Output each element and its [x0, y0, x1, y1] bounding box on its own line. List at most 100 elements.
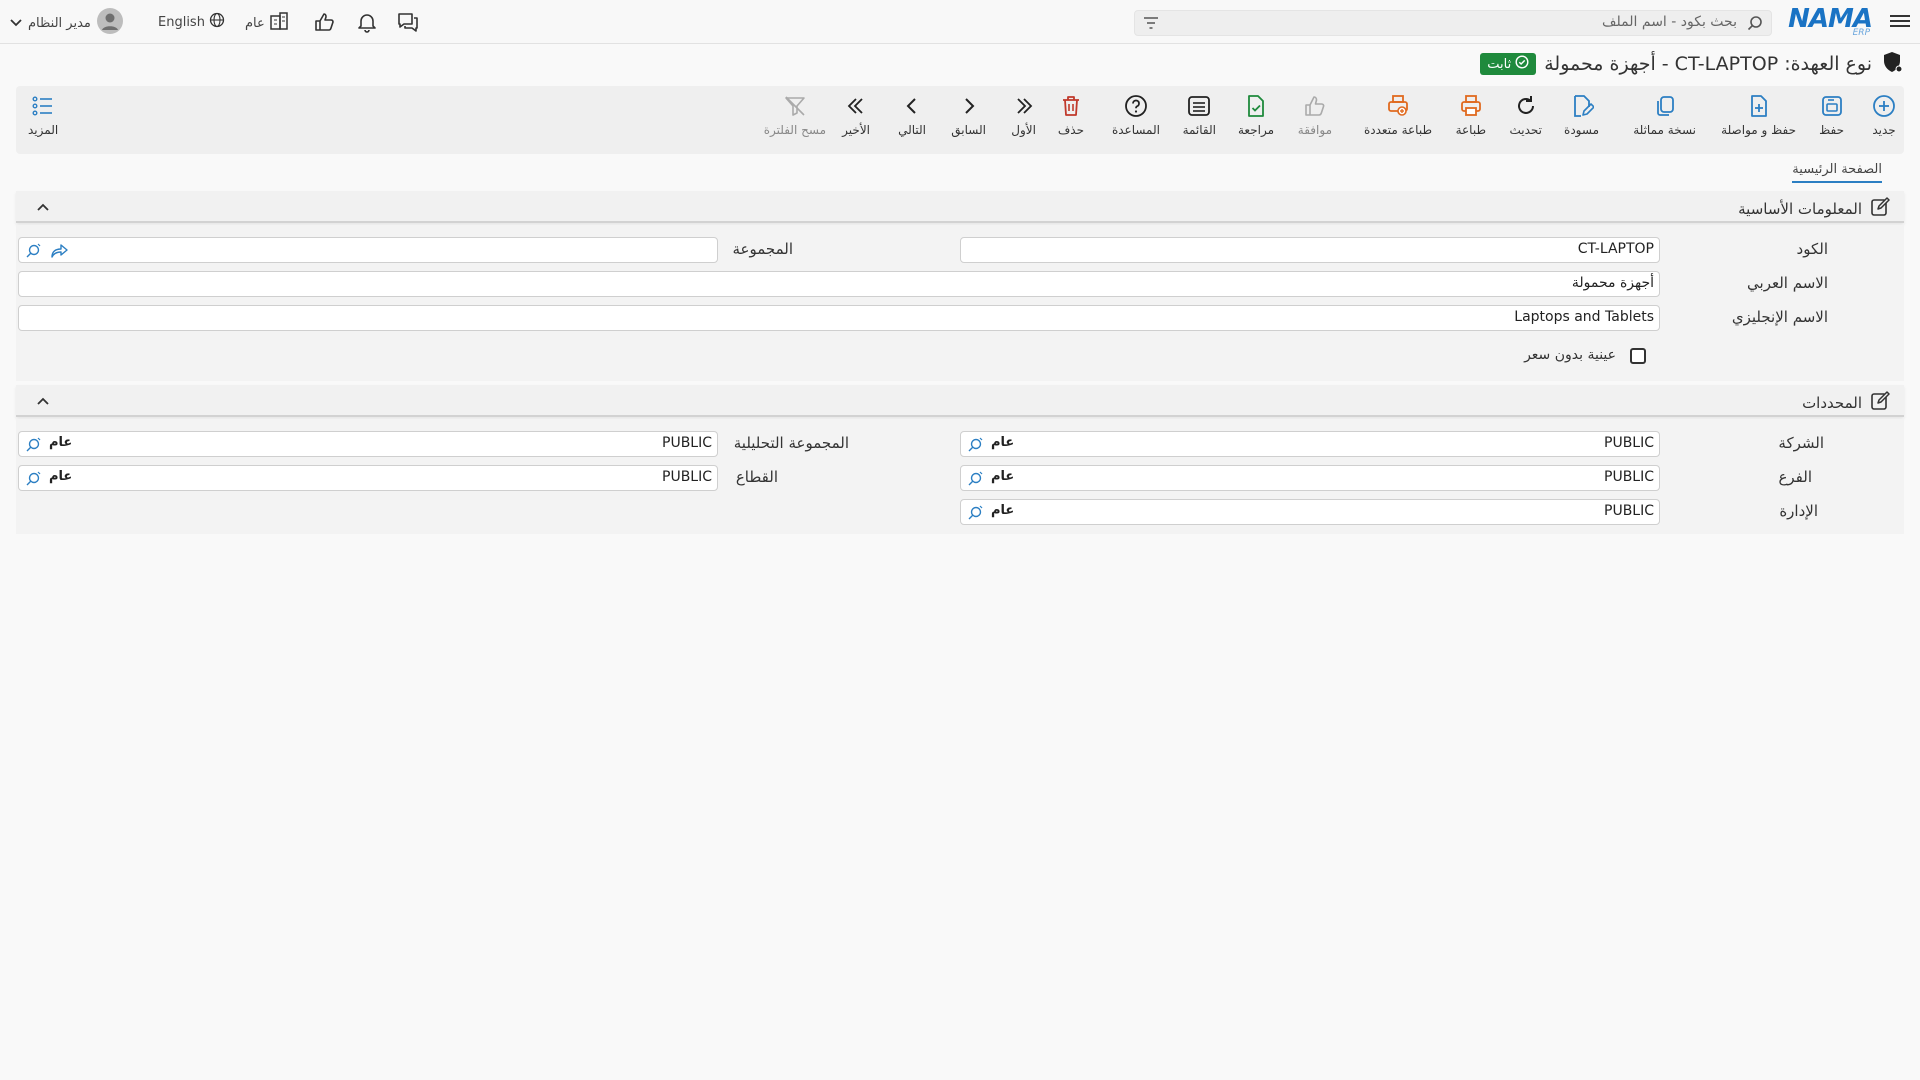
help-icon — [1112, 94, 1160, 118]
group-field[interactable] — [18, 237, 718, 263]
double-chevron-left-icon — [842, 94, 870, 118]
edit-draft-icon — [1564, 94, 1599, 118]
save-button[interactable]: حفظ — [1819, 94, 1844, 137]
print-label: طباعة — [1455, 123, 1486, 137]
chevron-left-icon — [898, 94, 926, 118]
clear-filter-button[interactable]: مسح الفلترة — [764, 94, 826, 137]
filter-off-icon — [764, 94, 826, 118]
duplicate-button[interactable]: نسخة مماثلة — [1633, 94, 1696, 137]
list-button[interactable]: القائمة — [1183, 94, 1216, 137]
first-label: الأول — [1011, 123, 1036, 137]
list-icon — [1183, 94, 1216, 118]
english-name-field[interactable]: Laptops and Tablets — [18, 305, 1660, 331]
user-menu[interactable]: مدير النظام — [10, 8, 123, 38]
department-label: الإدارة — [1779, 502, 1818, 520]
refresh-label: تحديث — [1509, 123, 1542, 137]
chevron-down-icon — [10, 15, 22, 31]
more-button[interactable]: المزيد — [28, 94, 58, 137]
page-header: نوع العهدة: CT-LAPTOP - أجهزة محمولة ثاب… — [1480, 50, 1904, 78]
code-value: CT-LAPTOP — [1577, 241, 1654, 257]
chat-icon[interactable] — [396, 11, 420, 37]
bell-icon[interactable] — [356, 11, 378, 37]
help-button[interactable]: المساعدة — [1112, 94, 1160, 137]
filter-icon[interactable] — [1143, 16, 1159, 34]
app-logo[interactable]: NAMA ERP — [1788, 4, 1873, 38]
next-button[interactable]: التالي — [898, 94, 926, 137]
lookup-search-icon[interactable] — [25, 437, 41, 457]
company-label: الشركة — [1778, 434, 1824, 452]
new-button[interactable]: جديد — [1872, 94, 1896, 137]
plus-circle-icon — [1872, 94, 1896, 118]
arabic-name-label: الاسم العربي — [1747, 274, 1828, 292]
arabic-name-value: أجهزة محمولة — [1571, 275, 1654, 291]
review-button[interactable]: مراجعة — [1238, 94, 1274, 137]
lookup-search-icon[interactable] — [967, 437, 983, 457]
first-button[interactable]: الأول — [1011, 94, 1036, 137]
chevron-up-icon[interactable] — [36, 394, 50, 410]
sector-field[interactable]: PUBLIC عام — [18, 465, 718, 491]
action-toolbar: جديد حفظ حفظ و مواصلة نسخة مماثلة مسودة … — [16, 86, 1904, 154]
next-label: التالي — [898, 123, 926, 137]
sector-label: القطاع — [735, 468, 778, 486]
tab-main[interactable]: الصفحة الرئيسية — [1792, 162, 1882, 183]
lookup-search-icon[interactable] — [25, 471, 41, 491]
basic-info-header[interactable]: المعلومات الأساسية — [16, 191, 1904, 223]
branch-tag: عام — [991, 469, 1015, 484]
thumbs-up-icon[interactable] — [314, 11, 336, 37]
file-plus-icon — [1721, 94, 1796, 118]
menu-icon[interactable] — [1890, 12, 1910, 30]
analytic-group-field[interactable]: PUBLIC عام — [18, 431, 718, 457]
tab-bar: الصفحة الرئيسية — [1792, 162, 1882, 183]
department-tag: عام — [991, 503, 1015, 518]
lookup-search-icon[interactable] — [967, 471, 983, 491]
printer-icon — [1456, 94, 1486, 118]
sector-value: PUBLIC — [662, 469, 712, 485]
approve-button[interactable]: موافقة — [1298, 94, 1332, 137]
analytic-group-value: PUBLIC — [662, 435, 712, 451]
previous-button[interactable]: السابق — [951, 94, 986, 137]
multi-print-button[interactable]: طباعة متعددة — [1364, 94, 1432, 137]
search-input[interactable] — [1177, 14, 1737, 30]
dimensions-header[interactable]: المحددات — [16, 385, 1904, 417]
chevron-up-icon[interactable] — [36, 200, 50, 216]
last-label: الأخير — [842, 123, 870, 137]
company-tag: عام — [991, 435, 1015, 450]
print-button[interactable]: طباعة — [1456, 94, 1486, 137]
delete-button[interactable]: حذف — [1058, 94, 1084, 137]
previous-label: السابق — [951, 123, 986, 137]
company-field[interactable]: PUBLIC عام — [960, 431, 1660, 457]
group-label: المجموعة — [732, 240, 793, 258]
edit-icon — [1870, 197, 1890, 221]
department-value: PUBLIC — [1604, 503, 1654, 519]
refresh-button[interactable]: تحديث — [1509, 94, 1542, 137]
status-badge: ثابت — [1480, 53, 1537, 75]
shield-icon — [1880, 50, 1904, 78]
save-continue-button[interactable]: حفظ و مواصلة — [1721, 94, 1796, 137]
general-label: عام — [245, 15, 265, 31]
lookup-search-icon[interactable] — [967, 505, 983, 525]
help-label: المساعدة — [1111, 123, 1160, 137]
share-icon[interactable] — [51, 243, 69, 263]
chevron-right-icon — [951, 94, 986, 118]
branch-label: الفرع — [1778, 468, 1812, 486]
save-continue-label: حفظ و مواصلة — [1721, 123, 1796, 137]
last-button[interactable]: الأخير — [842, 94, 870, 137]
department-field[interactable]: PUBLIC عام — [960, 499, 1660, 525]
basic-info-title: المعلومات الأساسية — [1738, 200, 1862, 218]
search-box — [1134, 10, 1772, 36]
english-name-value: Laptops and Tablets — [1514, 309, 1654, 325]
sample-checkbox[interactable] — [1630, 348, 1646, 364]
building-icon — [269, 12, 289, 34]
user-name: مدير النظام — [28, 15, 91, 31]
code-field[interactable]: CT-LAPTOP — [960, 237, 1660, 263]
draft-label: مسودة — [1564, 123, 1599, 137]
sample-label: عينية بدون سعر — [1524, 347, 1616, 363]
branch-field[interactable]: PUBLIC عام — [960, 465, 1660, 491]
search-icon[interactable] — [1747, 15, 1763, 35]
lookup-search-icon[interactable] — [25, 243, 41, 263]
draft-button[interactable]: مسودة — [1564, 94, 1599, 137]
language-switch[interactable]: English — [158, 12, 225, 32]
general-selector[interactable]: عام — [245, 12, 289, 34]
multi-print-label: طباعة متعددة — [1363, 123, 1432, 137]
arabic-name-field[interactable]: أجهزة محمولة — [18, 271, 1660, 297]
